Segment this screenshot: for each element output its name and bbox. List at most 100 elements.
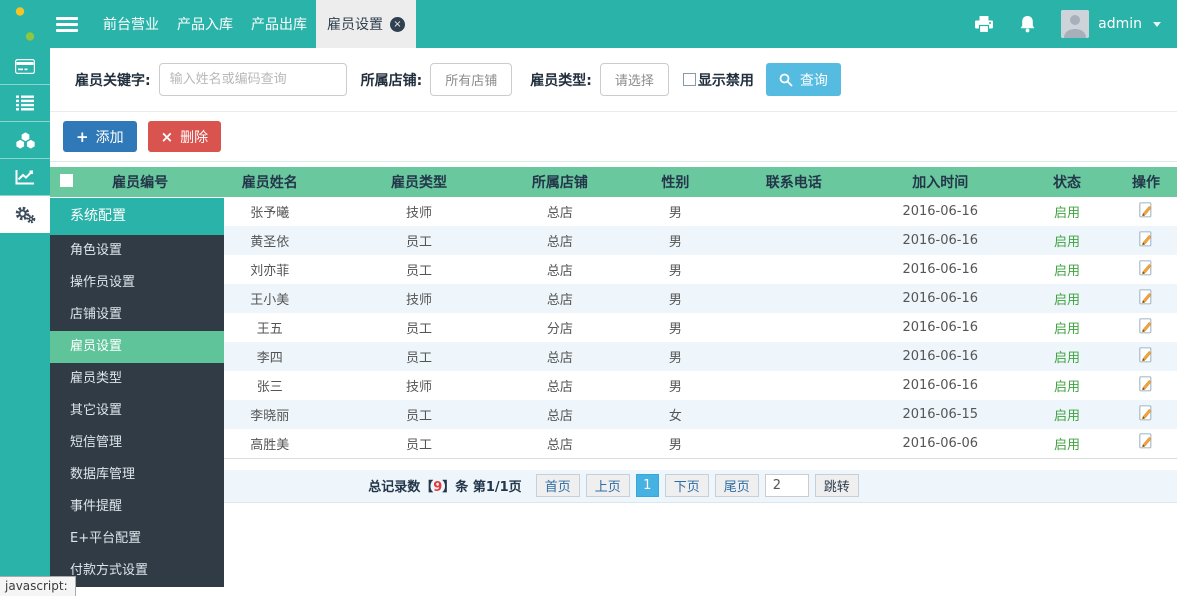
- sidebar-item-list[interactable]: [0, 85, 50, 122]
- keyword-input[interactable]: [159, 63, 347, 96]
- status-badge: 启用: [1019, 255, 1115, 284]
- sidebar-item-products[interactable]: [0, 122, 50, 159]
- status-badge: 启用: [1019, 226, 1115, 255]
- delete-button[interactable]: × 删除: [148, 121, 222, 152]
- submenu-item[interactable]: 角色设置: [50, 235, 224, 267]
- cell-phone: [726, 226, 861, 255]
- topbar-tab[interactable]: 产品入库: [168, 0, 242, 48]
- status-tooltip: javascript:: [0, 576, 76, 596]
- tab-label: 产品出库: [251, 14, 307, 34]
- cell-join-date: 2016-06-16: [861, 255, 1019, 284]
- column-header: 状态: [1019, 167, 1115, 197]
- column-header: 所属店铺: [495, 167, 625, 197]
- cell-gender: 男: [625, 284, 726, 313]
- bell-icon[interactable]: [1019, 15, 1036, 33]
- cell-join-date: 2016-06-15: [861, 400, 1019, 429]
- store-label: 所属店铺:: [361, 70, 423, 90]
- column-header: 雇员编号: [84, 167, 197, 197]
- topbar-tab[interactable]: 雇员设置: [316, 0, 416, 48]
- type-select-button[interactable]: 请选择: [600, 63, 669, 96]
- avatar: [1061, 10, 1089, 38]
- table-header-row: 雇员编号雇员姓名雇员类型所属店铺性别联系电话加入时间状态操作: [50, 167, 1177, 197]
- record-count: 总记录数【9】条 第1/1页: [368, 476, 521, 495]
- submenu-item[interactable]: 雇员类型: [50, 363, 224, 395]
- edit-icon[interactable]: [1139, 231, 1153, 247]
- print-icon[interactable]: [974, 16, 994, 33]
- search-button[interactable]: 查询: [766, 63, 841, 96]
- submenu-item[interactable]: E+平台配置: [50, 523, 224, 555]
- app-logo[interactable]: [0, 0, 50, 48]
- submenu-item[interactable]: 雇员设置: [50, 331, 224, 363]
- status-badge: 启用: [1019, 197, 1115, 226]
- cell-store: 总店: [495, 255, 625, 284]
- cell-store: 总店: [495, 197, 625, 226]
- current-page-button[interactable]: 1: [636, 474, 659, 497]
- status-badge: 启用: [1019, 429, 1115, 458]
- cell-store: 总店: [495, 429, 625, 458]
- sidebar-item-settings[interactable]: [0, 196, 50, 233]
- cell-store: 总店: [495, 226, 625, 255]
- cell-gender: 男: [625, 313, 726, 342]
- cell-phone: [726, 284, 861, 313]
- submenu-item[interactable]: 其它设置: [50, 395, 224, 427]
- show-disabled-checkbox[interactable]: [683, 73, 696, 86]
- cubes-icon: [15, 132, 36, 149]
- cell-gender: 男: [625, 255, 726, 284]
- submenu-item[interactable]: 短信管理: [50, 427, 224, 459]
- column-header: 联系电话: [726, 167, 861, 197]
- submenu-item[interactable]: 数据库管理: [50, 459, 224, 491]
- close-icon[interactable]: [390, 17, 405, 32]
- topbar-tab[interactable]: 产品出库: [242, 0, 316, 48]
- edit-icon[interactable]: [1139, 289, 1153, 305]
- submenu-item[interactable]: 事件提醒: [50, 491, 224, 523]
- tab-label: 雇员设置: [327, 14, 383, 34]
- cell-store: 总店: [495, 284, 625, 313]
- first-page-button[interactable]: 首页: [536, 474, 580, 497]
- menu-icon[interactable]: [56, 17, 78, 32]
- edit-icon[interactable]: [1139, 433, 1153, 449]
- keyword-label: 雇员关键字:: [75, 70, 151, 90]
- jump-button[interactable]: 跳转: [815, 474, 859, 497]
- edit-icon[interactable]: [1139, 260, 1153, 276]
- user-menu[interactable]: admin: [1061, 10, 1161, 38]
- cell-store: 总店: [495, 400, 625, 429]
- store-select-button[interactable]: 所有店铺: [430, 63, 512, 96]
- type-label: 雇员类型:: [530, 70, 592, 90]
- sidebar-item-billing[interactable]: [0, 48, 50, 85]
- topbar-tab[interactable]: 前台营业: [94, 0, 168, 48]
- cell-gender: 男: [625, 371, 726, 400]
- cell-employee-type: 员工: [343, 429, 495, 458]
- submenu-item[interactable]: 付款方式设置: [50, 555, 224, 587]
- status-badge: 启用: [1019, 371, 1115, 400]
- column-header: 雇员姓名: [196, 167, 343, 197]
- edit-icon[interactable]: [1139, 202, 1153, 218]
- username: admin: [1098, 16, 1142, 32]
- cross-icon: ×: [161, 128, 174, 146]
- cell-phone: [726, 342, 861, 371]
- cell-join-date: 2016-06-16: [861, 371, 1019, 400]
- edit-icon[interactable]: [1139, 347, 1153, 363]
- topbar-right: admin: [974, 0, 1177, 48]
- select-all-checkbox[interactable]: [60, 174, 73, 187]
- cell-phone: [726, 313, 861, 342]
- edit-icon[interactable]: [1139, 318, 1153, 334]
- next-page-button[interactable]: 下页: [665, 474, 709, 497]
- cell-phone: [726, 400, 861, 429]
- submenu-item[interactable]: 店铺设置: [50, 299, 224, 331]
- cell-phone: [726, 371, 861, 400]
- edit-icon[interactable]: [1139, 376, 1153, 392]
- show-disabled-label: 显示禁用: [698, 70, 754, 90]
- cell-join-date: 2016-06-16: [861, 313, 1019, 342]
- jump-page-input[interactable]: [765, 474, 809, 497]
- submenu-header: 系统配置: [50, 198, 224, 235]
- sidebar-item-reports[interactable]: [0, 159, 50, 196]
- last-page-button[interactable]: 尾页: [715, 474, 759, 497]
- edit-icon[interactable]: [1139, 405, 1153, 421]
- submenu-item[interactable]: 操作员设置: [50, 267, 224, 299]
- action-bar: + 添加 × 删除: [50, 112, 1177, 162]
- prev-page-button[interactable]: 上页: [586, 474, 630, 497]
- filter-bar: 雇员关键字: 所属店铺: 所有店铺 雇员类型: 请选择 显示禁用 查询: [50, 48, 1177, 112]
- search-icon: [779, 73, 793, 87]
- add-button[interactable]: + 添加: [63, 121, 137, 152]
- topbar: 前台营业 产品入库 产品出库 雇员设置: [0, 0, 1177, 48]
